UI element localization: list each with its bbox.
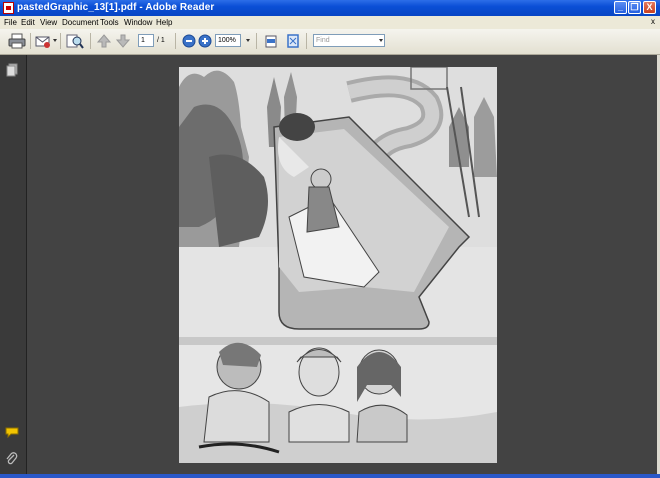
comment-icon[interactable] <box>5 426 19 438</box>
up-arrow-icon[interactable] <box>97 33 111 49</box>
menu-window[interactable]: Window <box>124 18 152 27</box>
fit-page-icon[interactable] <box>286 33 300 49</box>
title-bar: pastedGraphic_13[1].pdf - Adobe Reader _… <box>0 0 660 16</box>
fit-width-icon[interactable] <box>264 33 278 49</box>
menu-view[interactable]: View <box>40 18 57 27</box>
search-icon[interactable] <box>66 33 84 49</box>
pdf-app-icon <box>3 2 14 14</box>
menu-document[interactable]: Document <box>62 18 98 27</box>
close-button[interactable]: X <box>643 1 656 14</box>
page-total: / 1 <box>157 37 165 44</box>
printer-icon[interactable] <box>8 33 26 49</box>
toolbar: 1 / 1 100% Find <box>0 29 660 55</box>
zoom-level-input[interactable]: 100% <box>215 34 241 47</box>
pages-icon[interactable] <box>6 63 18 77</box>
menu-edit[interactable]: Edit <box>21 18 35 27</box>
find-input[interactable]: Find <box>313 34 385 47</box>
minimize-button[interactable]: _ <box>614 1 627 14</box>
zoom-out-icon[interactable] <box>182 33 196 49</box>
document-close-button[interactable]: x <box>651 17 655 26</box>
down-arrow-icon[interactable] <box>116 33 130 49</box>
menu-bar: File Edit View Document Tools Window Hel… <box>0 16 660 29</box>
window-title: pastedGraphic_13[1].pdf - Adobe Reader <box>17 2 215 13</box>
menu-help[interactable]: Help <box>156 18 172 27</box>
status-strip <box>0 474 660 478</box>
page-number-input[interactable]: 1 <box>138 34 154 47</box>
pdf-page-illustration <box>179 67 497 463</box>
email-icon[interactable] <box>35 33 51 49</box>
zoom-in-icon[interactable] <box>198 33 212 49</box>
paperclip-icon[interactable] <box>6 452 18 466</box>
navigation-panel <box>0 55 27 478</box>
menu-tools[interactable]: Tools <box>100 18 119 27</box>
menu-file[interactable]: File <box>4 18 17 27</box>
maximize-button[interactable]: ❐ <box>628 1 641 14</box>
